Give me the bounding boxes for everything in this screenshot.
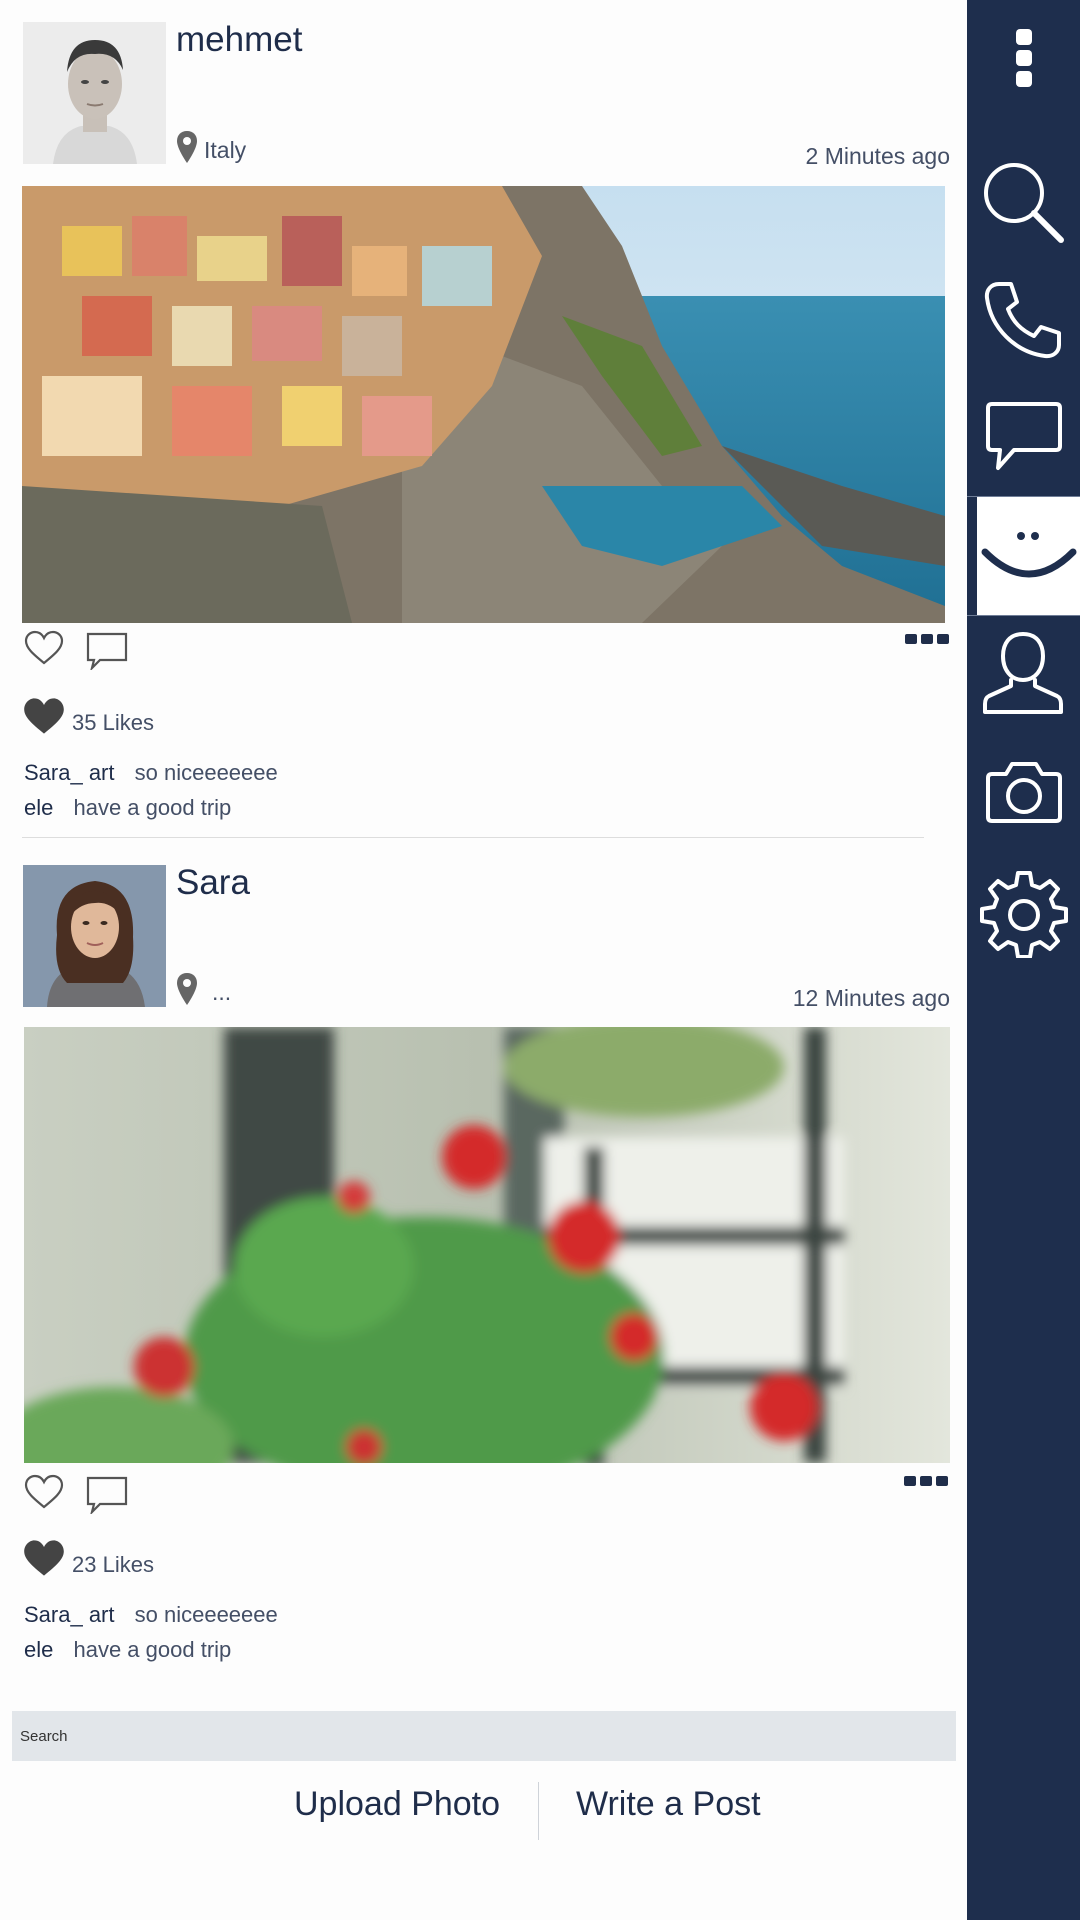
dot [920,1476,932,1486]
likes-count: 35 Likes [22,696,154,736]
dot [905,634,917,644]
post-time: 2 Minutes ago [805,143,950,169]
avatar[interactable] [23,865,166,1007]
location-label: Italy [204,137,247,163]
comment-button[interactable] [86,1476,128,1519]
comment-row: ele have a good trip [24,1637,231,1663]
dot [921,634,933,644]
comment-text: have a good trip [73,795,232,820]
write-post-button[interactable]: Write a Post [576,1785,761,1824]
heart-filled-icon [24,1540,64,1576]
comment-user[interactable]: ele [24,795,53,820]
comment-row: Sara_ art so niceeeeeee [24,1602,278,1628]
more-options-button[interactable] [905,634,949,644]
location-pin-icon [177,973,197,1005]
more-vertical-icon[interactable] [967,20,1080,95]
post-time: 12 Minutes ago [792,985,950,1011]
phone-icon[interactable] [967,275,1080,365]
like-button[interactable] [24,1474,64,1515]
heart-outline-icon [24,1474,64,1509]
more-options-button[interactable] [904,1476,948,1486]
dot [904,1476,916,1486]
post-username[interactable]: mehmet [176,20,302,60]
comment-icon [86,1476,128,1516]
profile-icon[interactable] [967,625,1080,720]
comment-icon [86,632,128,672]
post-photo[interactable] [22,186,945,623]
like-button[interactable] [24,630,64,671]
comment-text: so niceeeeeee [134,1602,278,1627]
post-location: Italy [176,130,246,164]
comment-row: Sara_ art so niceeeeeee [24,760,278,786]
chat-icon[interactable] [967,395,1080,480]
post-card: Sara ... 12 Minutes ago 23 Likes Sara_ a… [0,842,960,1682]
camera-icon[interactable] [967,755,1080,830]
comment-user[interactable]: Sara_ art [24,1602,115,1627]
comment-row: ele have a good trip [24,795,231,821]
settings-icon[interactable] [967,865,1080,960]
dot [937,634,949,644]
likes-label: 23 Likes [72,1552,154,1577]
likes-label: 35 Likes [72,710,154,735]
upload-photo-button[interactable]: Upload Photo [294,1785,500,1824]
likes-count: 23 Likes [22,1538,154,1578]
post-card: mehmet Italy 2 Minutes ago 35 Likes Sara… [0,0,960,840]
post-photo[interactable] [24,1027,950,1463]
actions-divider [538,1782,539,1840]
post-username[interactable]: Sara [176,863,250,903]
avatar[interactable] [23,22,166,164]
dot [936,1476,948,1486]
location-label: ... [212,979,232,1005]
location-pin-icon [177,131,197,163]
post-divider [22,837,924,838]
sidebar [967,0,1080,1920]
smiley-icon[interactable] [977,497,1080,615]
sidebar-divider [967,615,1080,616]
comment-text: so niceeeeeee [134,760,278,785]
search-input[interactable] [12,1711,956,1761]
post-location: ... [176,972,231,1006]
heart-outline-icon [24,630,64,665]
comment-text: have a good trip [73,1637,232,1662]
search-icon[interactable] [967,155,1080,250]
comment-user[interactable]: Sara_ art [24,760,115,785]
heart-filled-icon [24,698,64,734]
comment-button[interactable] [86,632,128,675]
comment-user[interactable]: ele [24,1637,53,1662]
